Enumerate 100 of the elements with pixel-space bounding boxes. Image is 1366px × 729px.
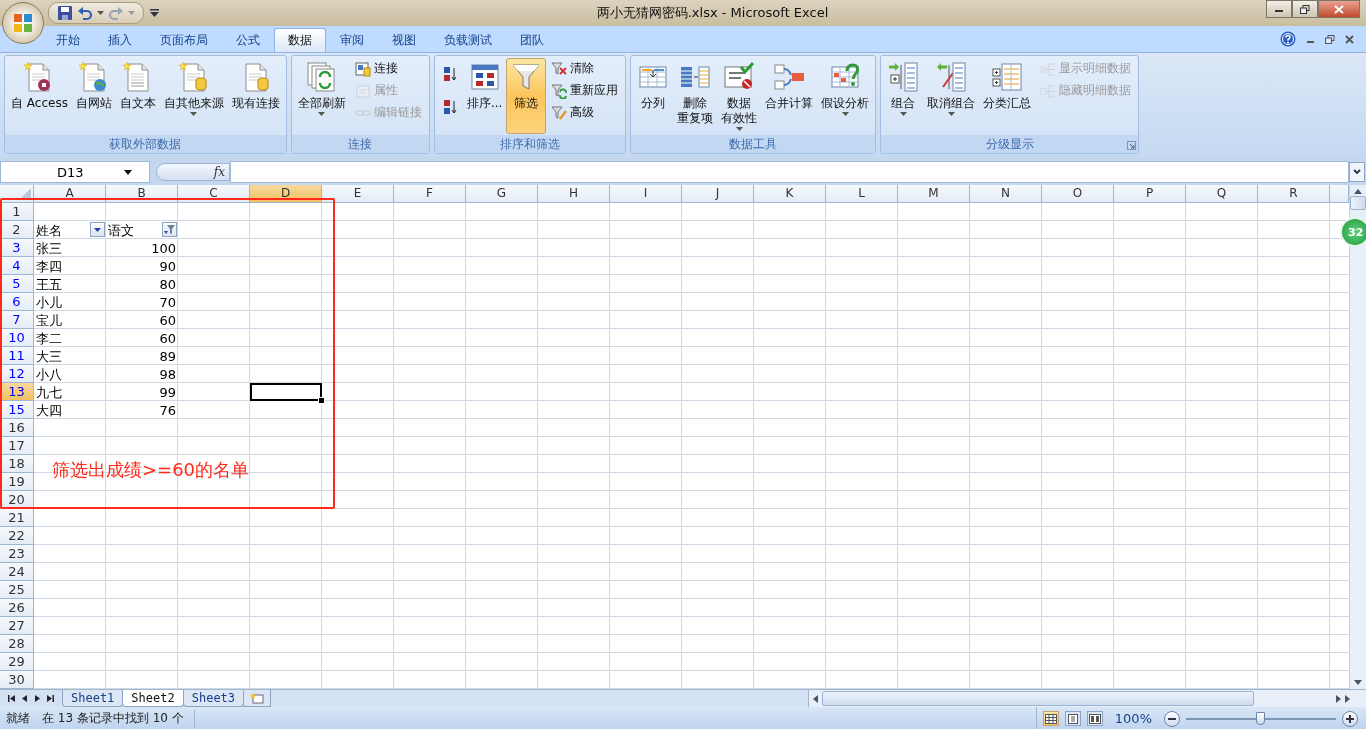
zoom-level[interactable]: 100% bbox=[1114, 711, 1152, 726]
ribbon-button[interactable]: 全部刷新 bbox=[293, 58, 350, 134]
ribbon-tab[interactable]: 团队 bbox=[506, 28, 558, 52]
ribbon-button[interactable]: 分类汇总 bbox=[979, 58, 1036, 134]
column-header[interactable]: E bbox=[322, 185, 394, 203]
row-header[interactable]: 24 bbox=[0, 563, 34, 581]
row-header[interactable]: 26 bbox=[0, 599, 34, 617]
row-header[interactable]: 27 bbox=[0, 617, 34, 635]
row-header[interactable]: 19 bbox=[0, 473, 34, 491]
close-button[interactable] bbox=[1318, 0, 1360, 18]
restore-button[interactable] bbox=[1292, 0, 1318, 18]
ribbon-button[interactable]: 自 Access bbox=[7, 58, 72, 134]
row-header[interactable]: 5 bbox=[0, 275, 34, 293]
column-header[interactable]: I bbox=[610, 185, 682, 203]
row-header[interactable]: 30 bbox=[0, 671, 34, 689]
ribbon-button[interactable]: 数据 有效性 bbox=[717, 58, 762, 134]
row-header[interactable]: 6 bbox=[0, 293, 34, 311]
ribbon-tab[interactable]: 插入 bbox=[94, 28, 146, 52]
sheet-tab[interactable]: Sheet1 bbox=[62, 690, 124, 707]
sheet-tab[interactable]: Sheet3 bbox=[182, 690, 245, 707]
scroll-left-icon[interactable] bbox=[813, 694, 818, 703]
ribbon-button[interactable]: 排序... bbox=[462, 58, 507, 134]
ribbon-tab[interactable]: 公式 bbox=[222, 28, 274, 52]
ribbon-button[interactable]: 连接 bbox=[351, 58, 425, 79]
previous-sheet-icon[interactable] bbox=[21, 694, 28, 703]
insert-function-button[interactable]: fx bbox=[213, 165, 225, 179]
filter-dropdown-button[interactable] bbox=[90, 222, 105, 237]
ribbon-button[interactable]: 删除 重复项 bbox=[673, 58, 718, 134]
caret-icon[interactable] bbox=[97, 11, 104, 15]
column-header[interactable]: L bbox=[826, 185, 898, 203]
row-header[interactable]: 29 bbox=[0, 653, 34, 671]
undo-icon[interactable] bbox=[77, 5, 93, 21]
view-button[interactable] bbox=[1042, 711, 1059, 726]
column-header[interactable]: N bbox=[970, 185, 1042, 203]
column-header[interactable]: K bbox=[754, 185, 826, 203]
ribbon-tab[interactable]: 负载测试 bbox=[430, 28, 506, 52]
ribbon-tab[interactable]: 开始 bbox=[42, 28, 94, 52]
minimize-button[interactable] bbox=[1266, 0, 1292, 18]
row-header[interactable]: 28 bbox=[0, 635, 34, 653]
vertical-scrollbar[interactable] bbox=[1349, 185, 1366, 689]
row-header[interactable]: 25 bbox=[0, 581, 34, 599]
ribbon-button[interactable]: 筛选 bbox=[506, 58, 547, 134]
row-header[interactable]: 18 bbox=[0, 455, 34, 473]
row-header[interactable]: 16 bbox=[0, 419, 34, 437]
row-header[interactable]: 12 bbox=[0, 365, 34, 383]
view-button[interactable] bbox=[1086, 711, 1103, 726]
row-header[interactable]: 4 bbox=[0, 257, 34, 275]
ribbon-button[interactable]: 自文本 bbox=[115, 58, 160, 134]
insert-sheet-button[interactable] bbox=[243, 690, 272, 707]
save-icon[interactable] bbox=[57, 5, 73, 21]
column-header[interactable]: Q bbox=[1186, 185, 1258, 203]
ribbon-button[interactable]: 高级 bbox=[548, 102, 622, 123]
horizontal-scrollbar[interactable] bbox=[808, 690, 1366, 707]
view-button[interactable] bbox=[1064, 711, 1081, 726]
column-header[interactable]: J bbox=[682, 185, 754, 203]
row-header[interactable]: 3 bbox=[0, 239, 34, 257]
scroll-up-icon[interactable] bbox=[1354, 189, 1362, 194]
next-sheet-icon[interactable] bbox=[34, 694, 41, 703]
help-icon[interactable] bbox=[1280, 31, 1296, 47]
ribbon-button[interactable]: 清除 bbox=[548, 58, 622, 79]
column-header[interactable]: G bbox=[466, 185, 538, 203]
row-header[interactable]: 22 bbox=[0, 527, 34, 545]
close-icon[interactable] bbox=[1345, 34, 1354, 44]
sheet-tab[interactable]: Sheet2 bbox=[122, 690, 184, 707]
ribbon-tab[interactable]: 视图 bbox=[378, 28, 430, 52]
row-header[interactable]: 7 bbox=[0, 311, 34, 329]
ribbon-button[interactable]: 自其他来源 bbox=[159, 58, 228, 134]
filter-applied-button[interactable] bbox=[162, 222, 177, 237]
ribbon-tab[interactable]: 数据 bbox=[274, 28, 326, 52]
column-header[interactable]: F bbox=[394, 185, 466, 203]
column-header[interactable]: M bbox=[898, 185, 970, 203]
ribbon-button[interactable]: 组合 bbox=[883, 58, 924, 134]
active-cell[interactable] bbox=[250, 383, 322, 401]
row-header[interactable]: 10 bbox=[0, 329, 34, 347]
fill-handle[interactable] bbox=[318, 397, 325, 404]
row-header[interactable]: 17 bbox=[0, 437, 34, 455]
scrollbar-thumb[interactable] bbox=[1350, 196, 1366, 210]
column-header[interactable]: H bbox=[538, 185, 610, 203]
ribbon-tab[interactable]: 审阅 bbox=[326, 28, 378, 52]
restore-icon[interactable] bbox=[1325, 34, 1335, 44]
zoom-in-button[interactable] bbox=[1342, 710, 1358, 727]
last-sheet-icon[interactable] bbox=[47, 694, 54, 703]
row-header[interactable]: 15 bbox=[0, 401, 34, 419]
zoom-out-button[interactable] bbox=[1164, 710, 1180, 727]
formula-field[interactable] bbox=[230, 161, 1349, 183]
ribbon-button[interactable]: 自网站 bbox=[71, 58, 116, 134]
row-header[interactable]: 2 bbox=[0, 221, 34, 239]
row-header[interactable]: 23 bbox=[0, 545, 34, 563]
column-header[interactable]: O bbox=[1042, 185, 1114, 203]
scrollbar-thumb[interactable] bbox=[822, 691, 1254, 706]
scroll-down-icon[interactable] bbox=[1354, 680, 1362, 685]
ribbon-button[interactable]: 重新应用 bbox=[548, 80, 622, 101]
customize-toolbar-icon[interactable] bbox=[150, 9, 159, 17]
row-header[interactable]: 1 bbox=[0, 203, 34, 221]
column-header[interactable]: P bbox=[1114, 185, 1186, 203]
ribbon-button[interactable]: 合并计算 bbox=[761, 58, 818, 134]
row-header[interactable]: 21 bbox=[0, 509, 34, 527]
expand-button[interactable] bbox=[1349, 162, 1365, 182]
zoom-slider-thumb[interactable] bbox=[1256, 711, 1265, 725]
ribbon-tab[interactable]: 页面布局 bbox=[146, 28, 222, 52]
